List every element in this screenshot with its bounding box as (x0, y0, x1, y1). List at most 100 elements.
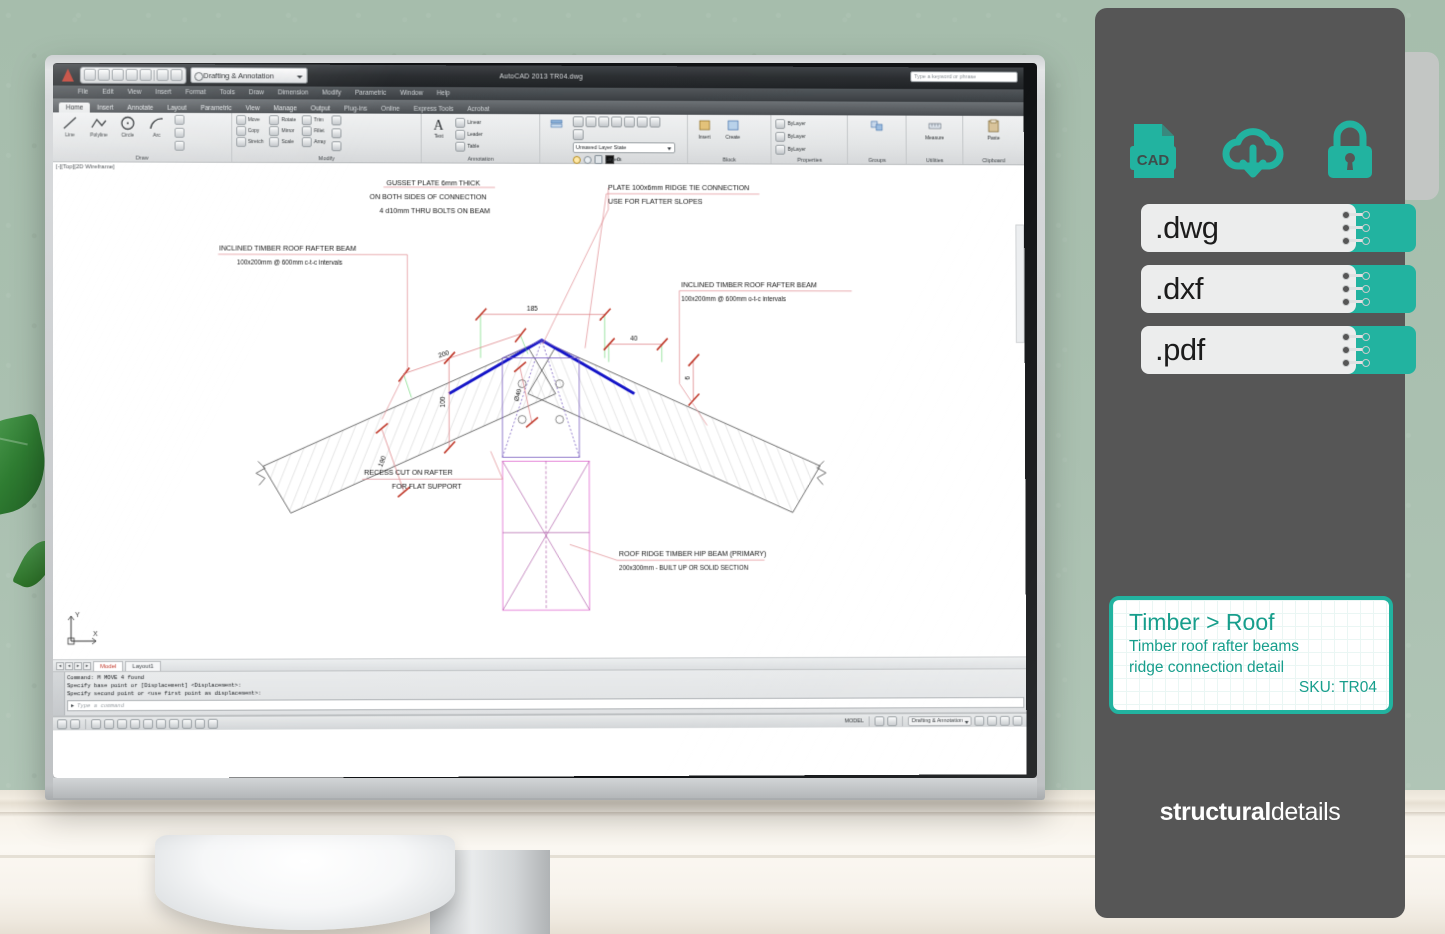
tool-line[interactable]: Line (57, 114, 83, 138)
status-lineweight-icon[interactable] (169, 718, 180, 729)
layer-merge-icon[interactable] (649, 116, 661, 128)
tool-arc[interactable]: Arc (144, 115, 170, 139)
menu-item-draw[interactable]: Draw (242, 89, 271, 96)
layer-tools-grid[interactable] (572, 116, 668, 141)
tool-paste[interactable]: Paste (981, 118, 1006, 142)
tab-express-tools[interactable]: Express Tools (407, 104, 461, 114)
format-badge-dxf[interactable]: .dxf (1141, 265, 1416, 313)
status-otrack-icon[interactable] (156, 718, 167, 729)
layer-off-icon[interactable] (585, 116, 597, 128)
panel-groups[interactable]: Groups (848, 115, 907, 164)
menu-item-help[interactable]: Help (430, 90, 457, 97)
tool-offset[interactable] (331, 141, 342, 152)
saveas-icon[interactable] (125, 68, 138, 81)
tool-circle[interactable]: Circle (115, 115, 141, 139)
tool-text[interactable]: A Text (426, 116, 452, 153)
tool-rotate[interactable]: Rotate (269, 115, 296, 126)
panel-modify[interactable]: Move Copy Stretch Rotate Mirror Scale Tr… (231, 113, 422, 163)
status-transparency-icon[interactable] (181, 718, 192, 729)
tab-plugins[interactable]: Plug-ins (337, 104, 374, 114)
status-clean-screen-icon[interactable] (987, 715, 997, 726)
tab-view[interactable]: View (239, 103, 267, 113)
tool-copy[interactable]: Copy (235, 126, 264, 137)
format-badge-pdf[interactable]: .pdf (1141, 326, 1416, 374)
tab-model[interactable]: Model (93, 660, 124, 671)
next-tab-icon[interactable]: ▸ (74, 661, 83, 670)
last-tab-icon[interactable]: ▸ (83, 661, 92, 670)
workspace-selector[interactable]: Drafting & Annotation (190, 67, 308, 84)
status-hardware-icon[interactable] (974, 715, 985, 726)
tool-scale[interactable]: Scale (269, 137, 296, 148)
panel-layers[interactable]: Unsaved Layer State 0 Layers (540, 114, 688, 165)
menu-item-view[interactable]: View (120, 89, 148, 96)
status-expand-icon[interactable] (1012, 715, 1023, 726)
undo-icon[interactable] (156, 68, 169, 81)
menu-item-window[interactable]: Window (393, 90, 430, 97)
redo-icon[interactable] (170, 69, 183, 82)
first-tab-icon[interactable]: ◂ (56, 661, 65, 670)
tab-home[interactable]: Home (58, 102, 91, 113)
status-lock-icon[interactable] (999, 715, 1010, 726)
status-workspace-selector[interactable]: Drafting & Annotation (907, 715, 972, 726)
tab-nav-arrows[interactable]: ◂ ◂ ▸ ▸ (56, 661, 92, 670)
tool-measure[interactable]: Measure (922, 118, 947, 142)
tool-mirror[interactable]: Mirror (269, 126, 296, 137)
prop-bylayer-color[interactable]: ByLayer (775, 119, 844, 129)
tool-explode[interactable] (331, 128, 342, 139)
menu-item-file[interactable]: File (71, 89, 95, 96)
ribbon[interactable]: Line Polyline Circle Arc Draw Move Copy … (53, 71, 1024, 166)
tool-ellipse[interactable] (174, 140, 185, 151)
layer-previous-icon[interactable] (636, 116, 648, 128)
tool-create-block[interactable]: Create (720, 117, 746, 141)
status-annotation-icon[interactable] (207, 718, 218, 729)
quick-access-toolbar[interactable] (79, 66, 187, 84)
panel-annotation[interactable]: A Text Linear Leader Table Annotation (421, 113, 541, 163)
layer-freeze-icon[interactable] (598, 116, 610, 128)
menu-item-format[interactable]: Format (178, 89, 212, 96)
format-badge-dwg[interactable]: .dwg (1141, 204, 1416, 252)
status-selectioncycling-icon[interactable] (194, 718, 205, 729)
save-icon[interactable] (111, 68, 124, 81)
new-icon[interactable] (83, 68, 96, 81)
plot-icon[interactable] (139, 68, 152, 81)
tool-move[interactable]: Move (235, 115, 264, 126)
layer-delete-icon[interactable] (572, 129, 584, 141)
status-grid-icon[interactable] (91, 718, 102, 729)
tool-fillet[interactable]: Fillet (301, 126, 326, 137)
tool-leader[interactable]: Leader (455, 129, 483, 140)
tool-linear-dim[interactable]: Linear (455, 117, 482, 128)
menu-item-tools[interactable]: Tools (213, 89, 242, 96)
status-annoscale-icon[interactable] (887, 715, 898, 726)
tab-acrobat[interactable]: Acrobat (460, 104, 496, 114)
tool-table[interactable]: Table (455, 141, 483, 152)
status-add-icon[interactable] (57, 718, 68, 729)
status-ortho-icon[interactable] (117, 718, 128, 729)
menu-item-edit[interactable]: Edit (95, 89, 120, 96)
panel-draw[interactable]: Line Polyline Circle Arc Draw (53, 112, 232, 162)
panel-block[interactable]: Insert Create Block (687, 114, 773, 164)
tab-layout1[interactable]: Layout1 (125, 660, 161, 671)
tool-polyline[interactable]: Polyline (86, 115, 112, 139)
tool-insert-block[interactable]: Insert (692, 117, 718, 141)
command-input[interactable]: ▸ Type a command (67, 697, 1025, 712)
search-input[interactable]: Type a keyword or phrase (910, 71, 1018, 83)
tab-layout[interactable]: Layout (160, 103, 193, 113)
tab-insert[interactable]: Insert (90, 103, 120, 113)
status-polar-icon[interactable] (130, 718, 141, 729)
status-model-icon[interactable] (70, 718, 81, 729)
tool-rectangle[interactable] (174, 114, 185, 125)
layer-state-combo[interactable]: Unsaved Layer State (572, 142, 676, 154)
layer-lock-icon[interactable] (611, 116, 622, 128)
tool-erase[interactable] (331, 115, 342, 126)
open-icon[interactable] (97, 68, 110, 81)
tab-online[interactable]: Online (374, 104, 406, 114)
command-line[interactable]: Command: M MOVE 4 found Specify base poi… (53, 669, 1027, 717)
drawing-viewport[interactable]: [-][Top][2D Wireframe] 185 200 40 100 19… (53, 162, 1027, 661)
panel-properties[interactable]: ByLayer ByLayer ByLayer Properties (771, 115, 849, 164)
status-snap-icon[interactable] (104, 718, 115, 729)
panel-utilities[interactable]: Measure Utilities (906, 115, 964, 165)
status-scale-icon[interactable] (874, 715, 885, 726)
tool-trim[interactable]: Trim (301, 115, 326, 126)
tool-stretch[interactable]: Stretch (235, 136, 264, 147)
tab-output[interactable]: Output (304, 103, 337, 113)
